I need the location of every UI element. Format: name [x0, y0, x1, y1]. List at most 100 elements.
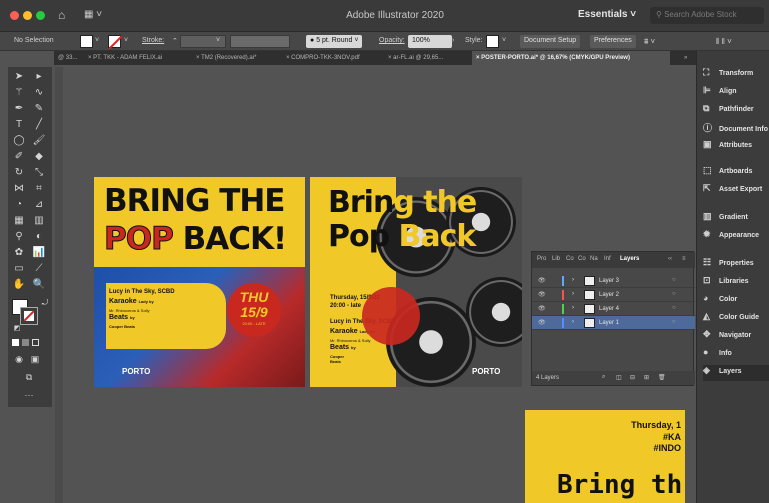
- dock-attributes[interactable]: ▣ Attributes: [703, 139, 769, 155]
- document-tab[interactable]: × PT. TKK - ADAM FELIX.ai: [84, 51, 190, 65]
- perspective-grid-tool-icon[interactable]: ⊿: [32, 199, 46, 211]
- panel-tab[interactable]: Inf: [604, 256, 611, 262]
- stroke-weight-stepper[interactable]: ⌃: [172, 37, 178, 45]
- zoom-tool-icon[interactable]: 🔍: [32, 279, 46, 291]
- artboard-poster-3[interactable]: Thursday, 1 #KA #INDO Bring th: [525, 410, 685, 503]
- none-mode-icon[interactable]: [32, 339, 39, 346]
- blend-tool-icon[interactable]: ◐: [32, 231, 46, 243]
- layer-row[interactable]: 👁 › Layer 4 ○: [532, 302, 695, 316]
- artboard-tool-icon[interactable]: ▭: [12, 263, 26, 275]
- shape-builder-tool-icon[interactable]: ◔: [12, 199, 26, 211]
- stroke-swatch[interactable]: [108, 35, 123, 50]
- layer-target-icon[interactable]: ○: [672, 291, 676, 297]
- brush-definition-dropdown[interactable]: ● 5 pt. Round ˅: [306, 35, 363, 48]
- visibility-eye-icon[interactable]: 👁: [538, 291, 546, 298]
- layer-target-icon[interactable]: ○: [672, 305, 676, 311]
- layer-name[interactable]: Layer 1: [599, 320, 619, 326]
- new-layer-icon[interactable]: ⊞: [644, 374, 649, 381]
- document-setup-button[interactable]: Document Setup: [520, 35, 581, 48]
- align-panel-icon[interactable]: ⫴ ‖ ˅: [716, 37, 732, 47]
- direct-selection-tool-icon[interactable]: ▸: [32, 71, 46, 83]
- scale-tool-icon[interactable]: ⤡: [32, 167, 46, 179]
- width-tool-icon[interactable]: ⋈: [12, 183, 26, 195]
- dock-pathfinder[interactable]: ⧉ Pathfinder: [703, 103, 769, 119]
- dock-document-info[interactable]: ⓘ Document Info: [703, 121, 769, 137]
- curvature-tool-icon[interactable]: ✎: [32, 103, 46, 115]
- symbol-sprayer-tool-icon[interactable]: ✿: [12, 247, 26, 259]
- layer-target-icon[interactable]: ○: [672, 319, 676, 325]
- draw-mode-icon[interactable]: ◉: [12, 353, 26, 365]
- free-transform-tool-icon[interactable]: ⌗: [32, 183, 46, 195]
- panel-tab[interactable]: Co: [578, 256, 586, 262]
- delete-layer-icon[interactable]: 🗑: [658, 374, 666, 381]
- layer-name[interactable]: Layer 3: [599, 278, 619, 284]
- magic-wand-tool-icon[interactable]: ⚚: [12, 87, 26, 99]
- pen-tool-icon[interactable]: ✒: [12, 103, 26, 115]
- new-sublayer-icon[interactable]: ⊟: [630, 374, 635, 381]
- fill-swatch[interactable]: [80, 35, 93, 48]
- dock-color-guide[interactable]: ◭ Color Guide: [703, 311, 769, 327]
- opacity-field[interactable]: 100%: [408, 35, 452, 48]
- stroke-dropdown-icon[interactable]: ˅: [124, 37, 128, 44]
- paintbrush-tool-icon[interactable]: 🖌: [32, 135, 46, 147]
- home-icon[interactable]: ⌂: [58, 8, 65, 22]
- gradient-tool-icon[interactable]: ▥: [32, 215, 46, 227]
- artboard-poster-1[interactable]: BRING THE POP BACK! Lucy in The Sky, SCB…: [94, 177, 305, 387]
- panel-tab[interactable]: Lib: [552, 256, 560, 262]
- layer-name[interactable]: Layer 4: [599, 306, 619, 312]
- panel-tab[interactable]: Na: [590, 256, 598, 262]
- eyedropper-tool-icon[interactable]: ⚲: [12, 231, 26, 243]
- clipping-mask-icon[interactable]: ◫: [616, 374, 622, 381]
- slice-tool-icon[interactable]: ⟋: [32, 263, 46, 275]
- stroke-label[interactable]: Stroke:: [142, 37, 164, 44]
- locate-object-icon[interactable]: ⌕: [602, 374, 605, 381]
- swap-colors-icon[interactable]: ⤾: [38, 297, 52, 309]
- fill-dropdown-icon[interactable]: ˅: [95, 37, 99, 44]
- stock-search-field[interactable]: ⚲ Search Adobe Stock: [650, 7, 764, 24]
- panel-tab[interactable]: Pro: [537, 256, 546, 262]
- change-screen-mode-icon[interactable]: ⧉: [22, 371, 36, 383]
- dock-align[interactable]: ⊫ Align: [703, 85, 769, 101]
- expand-layer-icon[interactable]: ›: [572, 277, 574, 283]
- layer-row-selected[interactable]: 👁 › Layer 1 ○: [532, 316, 695, 330]
- rotate-tool-icon[interactable]: ↻: [12, 167, 26, 179]
- layer-name[interactable]: Layer 2: [599, 292, 619, 298]
- expand-layer-icon[interactable]: ›: [572, 319, 574, 325]
- layer-row[interactable]: 👁 › Layer 2 ○: [532, 288, 695, 302]
- column-graph-tool-icon[interactable]: 📊: [32, 247, 46, 259]
- more-tabs-icon[interactable]: »: [680, 51, 696, 65]
- dock-transform[interactable]: ⛶ Transform: [703, 67, 769, 83]
- document-tab[interactable]: × COMPRO-TKK-3NOV.pdf: [282, 51, 382, 65]
- layer-row[interactable]: 👁 › Layer 3 ○: [532, 274, 695, 288]
- arrange-icon[interactable]: ⩩ ˅: [644, 37, 655, 47]
- dock-libraries[interactable]: ⊡ Libraries: [703, 275, 769, 291]
- brush-preview[interactable]: [230, 35, 290, 48]
- visibility-eye-icon[interactable]: 👁: [538, 305, 546, 312]
- dock-appearance[interactable]: ✹ Appearance: [703, 229, 769, 245]
- graphic-style-swatch[interactable]: [486, 35, 499, 48]
- visibility-eye-icon[interactable]: 👁: [538, 277, 546, 284]
- minimize-window-icon[interactable]: [23, 11, 32, 20]
- dock-properties[interactable]: ☷ Properties: [703, 257, 769, 273]
- opacity-label[interactable]: Opacity:: [379, 37, 405, 44]
- artboard-poster-2[interactable]: Bring the Pop Back Thursday, 15/9/22 20:…: [310, 177, 522, 387]
- eraser-tool-icon[interactable]: ◆: [32, 151, 46, 163]
- expand-layer-icon[interactable]: ›: [572, 305, 574, 311]
- line-tool-icon[interactable]: ╱: [32, 119, 46, 131]
- gradient-mode-icon[interactable]: [22, 339, 29, 346]
- maximize-window-icon[interactable]: [36, 11, 45, 20]
- dock-layers[interactable]: ◈ Layers: [703, 365, 769, 381]
- lasso-tool-icon[interactable]: ∿: [32, 87, 46, 99]
- panel-menu-icon[interactable]: ≡: [682, 256, 686, 262]
- shaper-tool-icon[interactable]: ✐: [12, 151, 26, 163]
- arrange-documents-icon[interactable]: ▦ ˅: [84, 9, 102, 20]
- edit-toolbar-icon[interactable]: ···: [22, 389, 36, 401]
- ellipse-tool-icon[interactable]: ◯: [12, 135, 26, 147]
- screen-mode-icon[interactable]: ▣: [28, 353, 42, 365]
- document-tab[interactable]: × ar-FL.ai @ 29,65...: [384, 51, 470, 65]
- variable-width-dropdown-icon[interactable]: ˅: [216, 37, 220, 44]
- panel-tab[interactable]: Co: [566, 256, 574, 262]
- stroke-color-icon[interactable]: [20, 307, 38, 325]
- style-dropdown-icon[interactable]: ˅: [502, 37, 506, 44]
- mesh-tool-icon[interactable]: ▦: [12, 215, 26, 227]
